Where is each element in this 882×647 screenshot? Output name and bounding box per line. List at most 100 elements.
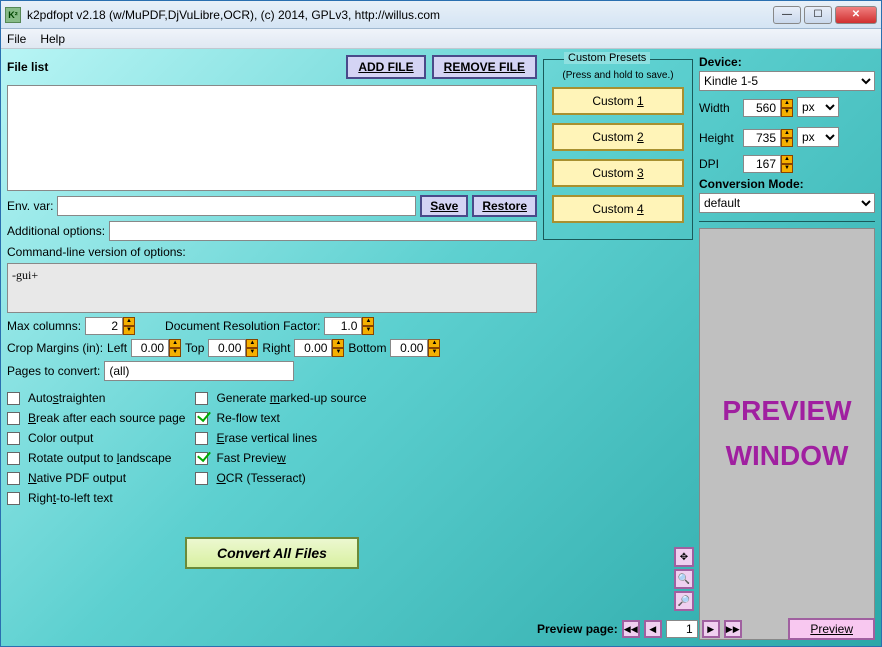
cmdline-label: Command-line version of options:: [7, 245, 537, 259]
crop-bottom-stepper[interactable]: ▲▼: [390, 339, 440, 357]
convert-all-button[interactable]: Convert All Files: [185, 537, 359, 569]
device-select[interactable]: Kindle 1-5: [699, 71, 875, 91]
first-page-icon[interactable]: ◀◀: [622, 620, 640, 638]
preview-window: PREVIEWWINDOW ✥ 🔍 🔎: [699, 228, 875, 640]
presets-hint: (Press and hold to save.): [552, 70, 684, 81]
checkbox-label: Color output: [28, 431, 93, 445]
file-list[interactable]: [7, 85, 537, 191]
height-stepper[interactable]: ▲▼: [743, 129, 793, 147]
width-unit-select[interactable]: px: [797, 97, 839, 117]
preview-placeholder-text: PREVIEWWINDOW: [722, 389, 851, 479]
env-var-input[interactable]: [57, 196, 416, 216]
preset-button-2[interactable]: Custom 2: [552, 123, 684, 151]
last-page-icon[interactable]: ▶▶: [724, 620, 742, 638]
window-title: k2pdfopt v2.18 (w/MuPDF,DjVuLibre,OCR), …: [27, 8, 773, 22]
checkbox-option[interactable]: Native PDF output: [7, 471, 185, 485]
middle-column: Custom Presets (Press and hold to save.)…: [543, 55, 693, 640]
device-label: Device:: [699, 55, 875, 69]
checkbox-label: Autostraighten: [28, 391, 105, 405]
restore-button[interactable]: Restore: [472, 195, 537, 217]
checkbox-icon[interactable]: [7, 492, 20, 505]
dpi-stepper[interactable]: ▲▼: [743, 155, 793, 173]
fit-icon[interactable]: ✥: [674, 547, 694, 567]
crop-top-stepper[interactable]: ▲▼: [208, 339, 258, 357]
cmdline-output: -gui+: [7, 263, 537, 313]
up-arrow-icon[interactable]: ▲: [123, 317, 135, 326]
app-icon: K²: [5, 7, 21, 23]
crop-right-stepper[interactable]: ▲▼: [294, 339, 344, 357]
presets-legend: Custom Presets: [564, 52, 650, 64]
conversion-mode-label: Conversion Mode:: [699, 177, 875, 191]
checkbox-option[interactable]: Fast Preview: [195, 451, 366, 465]
checkbox-icon[interactable]: [7, 452, 20, 465]
filelist-label: File list: [7, 60, 48, 74]
minimize-button[interactable]: —: [773, 6, 801, 24]
env-var-label: Env. var:: [7, 199, 53, 213]
checkbox-label: OCR (Tesseract): [216, 471, 305, 485]
menubar: File Help: [1, 29, 881, 49]
checkbox-option[interactable]: Right-to-left text: [7, 491, 185, 505]
window-buttons: — ☐ ✕: [773, 6, 877, 24]
close-button[interactable]: ✕: [835, 6, 877, 24]
checkbox-icon[interactable]: [7, 432, 20, 445]
save-button[interactable]: Save: [420, 195, 468, 217]
checkbox-icon[interactable]: [7, 412, 20, 425]
device-panel: Device: Kindle 1-5 Width ▲▼ px Height ▲▼…: [699, 55, 875, 222]
checkbox-label: Generate marked-up source: [216, 391, 366, 405]
pages-label: Pages to convert:: [7, 364, 100, 378]
checkbox-label: Erase vertical lines: [216, 431, 317, 445]
add-file-button[interactable]: ADD FILE: [346, 55, 425, 79]
zoom-in-icon[interactable]: 🔍: [674, 569, 694, 589]
left-column: File list ADD FILE REMOVE FILE Env. var:…: [7, 55, 537, 640]
drf-label: Document Resolution Factor:: [165, 319, 320, 333]
checkbox-label: Rotate output to landscape: [28, 451, 171, 465]
preset-button-4[interactable]: Custom 4: [552, 195, 684, 223]
width-stepper[interactable]: ▲▼: [743, 99, 793, 117]
height-unit-select[interactable]: px: [797, 127, 839, 147]
preview-footer: Preview page: ◀◀ ◀ ▶ ▶▶ Preview: [537, 618, 875, 640]
zoom-out-icon[interactable]: 🔎: [674, 591, 694, 611]
checkbox-label: Fast Preview: [216, 451, 285, 465]
checkbox-icon[interactable]: [195, 392, 208, 405]
preset-button-3[interactable]: Custom 3: [552, 159, 684, 187]
drf-stepper[interactable]: ▲▼: [324, 317, 374, 335]
checkbox-option[interactable]: Generate marked-up source: [195, 391, 366, 405]
conversion-mode-select[interactable]: default: [699, 193, 875, 213]
remove-file-button[interactable]: REMOVE FILE: [432, 55, 537, 79]
checkbox-option[interactable]: Color output: [7, 431, 185, 445]
preview-button[interactable]: Preview: [788, 618, 875, 640]
additional-options-input[interactable]: [109, 221, 537, 241]
additional-options-label: Additional options:: [7, 224, 105, 238]
checkbox-icon[interactable]: [195, 472, 208, 485]
down-arrow-icon[interactable]: ▼: [123, 326, 135, 335]
preset-button-1[interactable]: Custom 1: [552, 87, 684, 115]
max-columns-stepper[interactable]: ▲▼: [85, 317, 135, 335]
menu-file[interactable]: File: [7, 32, 26, 46]
checkbox-icon[interactable]: [7, 392, 20, 405]
checkbox-option[interactable]: Autostraighten: [7, 391, 185, 405]
checkbox-option[interactable]: Break after each source page: [7, 411, 185, 425]
checkbox-label: Native PDF output: [28, 471, 126, 485]
checkbox-icon[interactable]: [195, 412, 208, 425]
checkbox-icon[interactable]: [195, 432, 208, 445]
crop-left-stepper[interactable]: ▲▼: [131, 339, 181, 357]
checkbox-option[interactable]: Rotate output to landscape: [7, 451, 185, 465]
maximize-button[interactable]: ☐: [804, 6, 832, 24]
zoom-buttons: ✥ 🔍 🔎: [674, 547, 694, 611]
pages-input[interactable]: [104, 361, 294, 381]
checkbox-icon[interactable]: [195, 452, 208, 465]
next-page-icon[interactable]: ▶: [702, 620, 720, 638]
checkbox-icon[interactable]: [7, 472, 20, 485]
checkbox-label: Right-to-left text: [28, 491, 113, 505]
checkbox-option[interactable]: Erase vertical lines: [195, 431, 366, 445]
max-columns-label: Max columns:: [7, 319, 81, 333]
preview-page-input[interactable]: [666, 620, 698, 638]
client-area: File list ADD FILE REMOVE FILE Env. var:…: [1, 49, 881, 646]
checkbox-option[interactable]: Re-flow text: [195, 411, 366, 425]
right-column: Device: Kindle 1-5 Width ▲▼ px Height ▲▼…: [699, 55, 875, 640]
prev-page-icon[interactable]: ◀: [644, 620, 662, 638]
menu-help[interactable]: Help: [40, 32, 65, 46]
checkbox-label: Break after each source page: [28, 411, 185, 425]
custom-presets-group: Custom Presets (Press and hold to save.)…: [543, 59, 693, 240]
checkbox-option[interactable]: OCR (Tesseract): [195, 471, 366, 485]
